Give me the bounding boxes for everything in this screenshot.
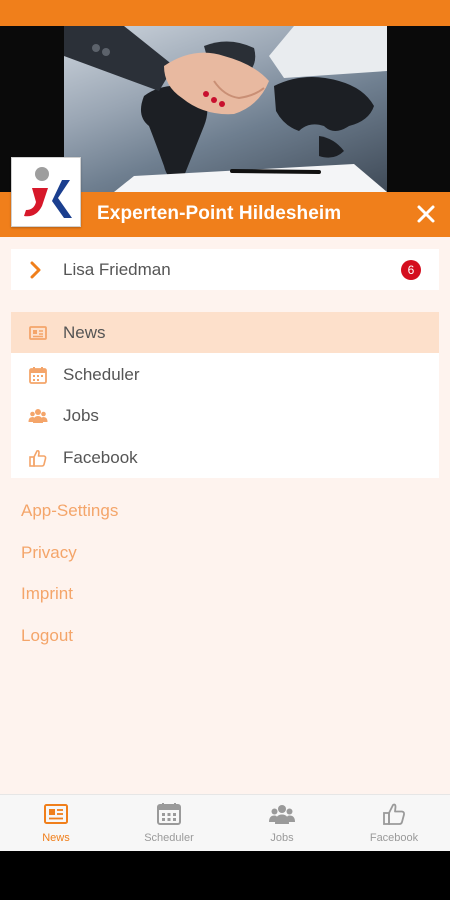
tab-label: Facebook: [369, 832, 419, 844]
navigation-drawer: Lisa Friedman 6 News Scheduler Jobs Face…: [0, 237, 450, 794]
tab-label: Scheduler: [144, 832, 194, 844]
privacy-link[interactable]: Privacy: [21, 543, 77, 563]
tab-facebook[interactable]: Facebook: [338, 795, 450, 852]
menu-item-news[interactable]: News: [11, 312, 439, 353]
app-title: Experten-Point Hildesheim: [97, 203, 342, 224]
newspaper-icon: [29, 326, 47, 340]
menu-item-jobs[interactable]: Jobs: [11, 395, 439, 436]
menu-item-facebook[interactable]: Facebook: [11, 437, 439, 478]
system-navigation-bar: [0, 851, 450, 900]
menu-label: Jobs: [63, 406, 99, 425]
bottom-navigation: News Scheduler Jobs Facebook: [0, 794, 450, 851]
tab-label: News: [42, 832, 70, 844]
calendar-icon: [29, 367, 47, 384]
menu-item-scheduler[interactable]: Scheduler: [11, 354, 439, 395]
group-icon: [28, 409, 48, 423]
group-icon: [269, 805, 295, 824]
app-settings-link[interactable]: App-Settings: [21, 501, 118, 521]
imprint-link[interactable]: Imprint: [21, 584, 73, 604]
thumbs-up-icon: [29, 449, 47, 467]
newspaper-icon: [44, 804, 68, 824]
tab-scheduler[interactable]: Scheduler: [113, 795, 225, 852]
tab-jobs[interactable]: Jobs: [226, 795, 338, 852]
close-icon: [417, 205, 435, 223]
company-logo: [11, 157, 81, 227]
logout-link[interactable]: Logout: [21, 626, 73, 646]
status-bar: [0, 0, 450, 26]
handshake-photo: [64, 26, 387, 192]
notification-badge: 6: [401, 260, 421, 280]
calendar-icon: [157, 803, 181, 825]
menu-label: Scheduler: [63, 365, 140, 384]
tab-news[interactable]: News: [0, 795, 112, 852]
chevron-right-icon: [30, 261, 41, 279]
menu-label: Facebook: [63, 448, 138, 467]
tab-label: Jobs: [270, 832, 294, 844]
thumbs-up-icon: [383, 803, 405, 825]
close-button[interactable]: [412, 200, 440, 228]
user-name: Lisa Friedman: [63, 260, 171, 279]
main-menu: News Scheduler Jobs Facebook: [11, 312, 439, 478]
user-profile-row[interactable]: Lisa Friedman 6: [11, 249, 439, 290]
menu-label: News: [63, 323, 106, 342]
